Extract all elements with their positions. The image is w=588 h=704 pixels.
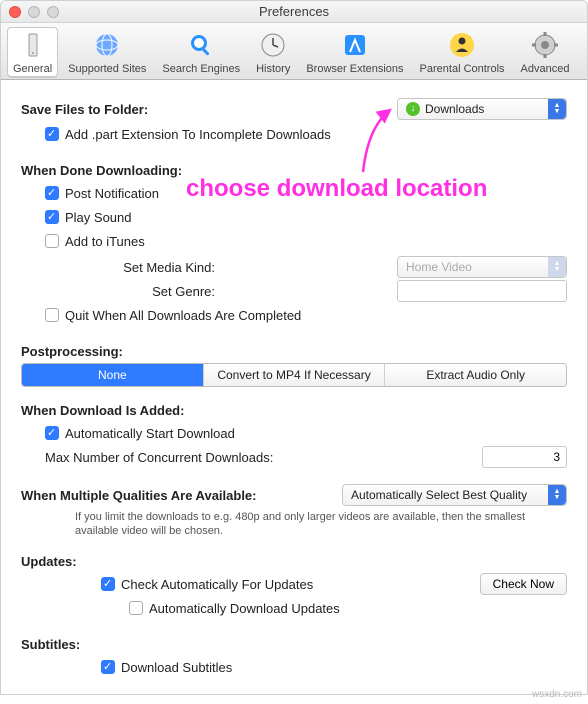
watermark: wsxdn.com xyxy=(532,689,582,700)
section-updates: Updates: xyxy=(21,554,567,569)
tab-label: Supported Sites xyxy=(68,63,146,75)
quality-hint: If you limit the downloads to e.g. 480p … xyxy=(75,510,567,538)
tab-label: General xyxy=(13,63,52,75)
genre-field[interactable] xyxy=(397,280,567,302)
tab-label: History xyxy=(256,63,290,75)
save-folder-value: Downloads xyxy=(425,102,484,116)
seg-none[interactable]: None xyxy=(22,364,203,386)
play-sound-label: Play Sound xyxy=(65,210,132,225)
quality-value: Automatically Select Best Quality xyxy=(351,488,527,502)
tab-supported-sites[interactable]: Supported Sites xyxy=(62,27,152,77)
check-updates-label: Check Automatically For Updates xyxy=(121,577,313,592)
titlebar: Preferences xyxy=(1,1,587,23)
add-part-checkbox[interactable] xyxy=(45,127,59,141)
download-subtitles-checkbox[interactable] xyxy=(101,660,115,674)
quality-popup[interactable]: Automatically Select Best Quality ▲▼ xyxy=(342,484,567,506)
add-part-label: Add .part Extension To Incomplete Downlo… xyxy=(65,127,331,142)
max-concurrent-label: Max Number of Concurrent Downloads: xyxy=(45,450,273,465)
auto-start-label: Automatically Start Download xyxy=(65,426,235,441)
chevron-updown-icon: ▲▼ xyxy=(548,485,566,505)
tab-parental-controls[interactable]: Parental Controls xyxy=(414,27,511,77)
seg-convert[interactable]: Convert to MP4 If Necessary xyxy=(203,364,385,386)
chevron-updown-icon: ▲▼ xyxy=(548,257,566,277)
genre-label: Set Genre: xyxy=(75,284,215,299)
tab-search-engines[interactable]: Search Engines xyxy=(156,27,246,77)
section-subtitles: Subtitles: xyxy=(21,637,567,652)
tab-label: Parental Controls xyxy=(420,63,505,75)
tab-advanced[interactable]: Advanced xyxy=(515,27,576,77)
check-now-button[interactable]: Check Now xyxy=(480,573,567,595)
play-sound-checkbox[interactable] xyxy=(45,210,59,224)
window-title: Preferences xyxy=(1,4,587,19)
chevron-updown-icon: ▲▼ xyxy=(548,99,566,119)
tab-label: Browser Extensions xyxy=(306,63,403,75)
media-kind-label: Set Media Kind: xyxy=(75,260,215,275)
tab-general[interactable]: General xyxy=(7,27,58,77)
max-concurrent-field[interactable] xyxy=(482,446,567,468)
seg-audio[interactable]: Extract Audio Only xyxy=(384,364,566,386)
section-when-added: When Download Is Added: xyxy=(21,403,567,418)
post-notification-label: Post Notification xyxy=(65,186,159,201)
tab-label: Search Engines xyxy=(162,63,240,75)
section-quality: When Multiple Qualities Are Available: xyxy=(21,488,257,503)
section-when-done: When Done Downloading: xyxy=(21,163,567,178)
postprocessing-segmented[interactable]: None Convert to MP4 If Necessary Extract… xyxy=(21,363,567,387)
auto-start-checkbox[interactable] xyxy=(45,426,59,440)
tab-history[interactable]: History xyxy=(250,27,296,77)
toolbar: General Supported Sites Search Engines H… xyxy=(1,23,587,80)
tab-browser-extensions[interactable]: Browser Extensions xyxy=(300,27,409,77)
add-itunes-checkbox[interactable] xyxy=(45,234,59,248)
quit-when-done-label: Quit When All Downloads Are Completed xyxy=(65,308,301,323)
add-itunes-label: Add to iTunes xyxy=(65,234,145,249)
section-postprocessing: Postprocessing: xyxy=(21,344,567,359)
auto-download-updates-checkbox[interactable] xyxy=(129,601,143,615)
save-folder-popup[interactable]: ↓ Downloads ▲▼ xyxy=(397,98,567,120)
post-notification-checkbox[interactable] xyxy=(45,186,59,200)
section-save-files: Save Files to Folder: xyxy=(21,102,148,117)
check-updates-checkbox[interactable] xyxy=(101,577,115,591)
media-kind-popup[interactable]: Home Video ▲▼ xyxy=(397,256,567,278)
auto-download-updates-label: Automatically Download Updates xyxy=(149,601,340,616)
quit-when-done-checkbox[interactable] xyxy=(45,308,59,322)
media-kind-value: Home Video xyxy=(406,260,472,274)
download-subtitles-label: Download Subtitles xyxy=(121,660,232,675)
tab-label: Advanced xyxy=(521,63,570,75)
downloads-folder-icon: ↓ xyxy=(406,102,420,116)
